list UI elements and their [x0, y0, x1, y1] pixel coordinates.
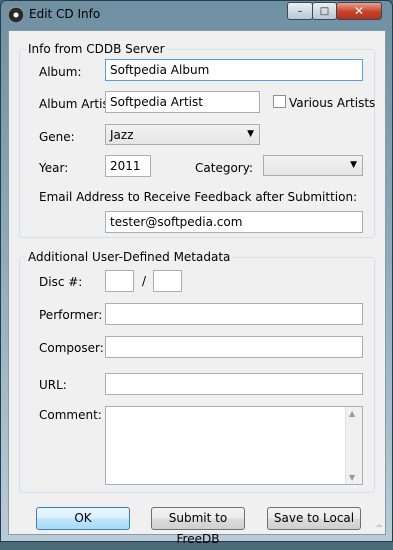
chevron-down-icon: ▼ — [350, 160, 357, 170]
various-artists-checkbox[interactable] — [273, 95, 286, 108]
album-field[interactable]: Softpedia Album — [105, 59, 363, 81]
category-label: Category: — [195, 161, 253, 175]
performer-label: Performer: — [39, 308, 103, 322]
disc-number-field[interactable] — [105, 270, 134, 292]
disc-separator: / — [142, 274, 147, 288]
comment-textarea[interactable]: ▲ ▼ — [105, 406, 363, 485]
genre-dropdown[interactable]: Jazz ▼ — [105, 124, 260, 145]
cddb-info-legend: Info from CDDB Server — [26, 42, 167, 56]
submit-to-freedb-button[interactable]: Submit to FreeDB — [151, 507, 245, 546]
cd-disc-icon — [8, 7, 24, 23]
url-field[interactable] — [105, 373, 363, 395]
year-label: Year: — [39, 161, 69, 175]
maximize-button[interactable]: □ — [312, 2, 337, 20]
email-label: Email Address to Receive Feedback after … — [39, 190, 358, 204]
url-label: URL: — [39, 378, 67, 392]
save-to-local-button[interactable]: Save to Local — [267, 507, 361, 530]
metadata-legend: Additional User-Defined Metadata — [26, 250, 233, 264]
email-field[interactable]: tester@softpedia.com — [105, 211, 363, 233]
comment-scrollbar[interactable]: ▲ ▼ — [345, 407, 362, 484]
edit-cd-info-window: Edit CD Info – □ ✕ Info from CDDB Server… — [0, 0, 393, 546]
title-bar[interactable]: Edit CD Info – □ ✕ — [1, 1, 392, 29]
album-label: Album: — [39, 65, 82, 79]
minimize-button[interactable]: – — [287, 2, 313, 20]
resize-grip-icon[interactable]: ∸ — [375, 522, 383, 532]
various-artists-label[interactable]: Various Artists — [289, 96, 375, 110]
performer-field[interactable] — [105, 303, 363, 325]
scroll-down-icon[interactable]: ▼ — [349, 473, 355, 482]
disc-total-field[interactable] — [153, 270, 182, 292]
composer-label: Composer: — [39, 341, 104, 355]
ok-button[interactable]: OK — [36, 507, 130, 530]
scroll-up-icon[interactable]: ▲ — [349, 409, 355, 418]
comment-label: Comment: — [39, 408, 102, 422]
category-dropdown[interactable]: ▼ — [263, 155, 363, 176]
close-button[interactable]: ✕ — [336, 2, 382, 20]
disc-label: Disc #: — [39, 275, 83, 289]
genre-selected-value: Jazz — [110, 128, 134, 142]
album-artist-field[interactable]: Softpedia Artist — [105, 91, 260, 113]
year-field[interactable]: 2011 — [105, 155, 151, 177]
window-title: Edit CD Info — [29, 7, 101, 21]
composer-field[interactable] — [105, 336, 363, 358]
dialog-client-area: Info from CDDB Server Album: Softpedia A… — [8, 30, 386, 546]
genre-label: Gene: — [39, 130, 75, 144]
chevron-down-icon: ▼ — [247, 129, 254, 139]
